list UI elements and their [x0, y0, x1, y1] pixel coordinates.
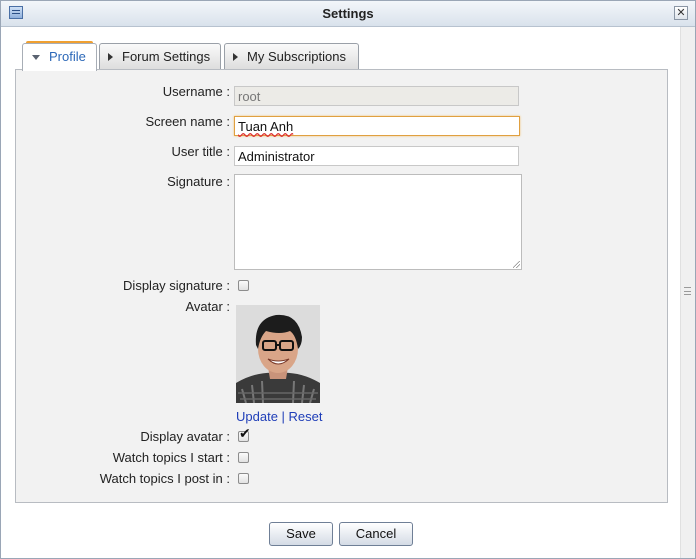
window-title: Settings	[322, 6, 374, 21]
tab-profile-label: Profile	[49, 49, 86, 64]
cancel-button[interactable]: Cancel	[339, 522, 413, 546]
tab-forum-settings[interactable]: Forum Settings	[99, 43, 221, 70]
tab-forum-settings-label: Forum Settings	[122, 49, 211, 64]
scrollbar-grip-icon[interactable]	[684, 287, 691, 295]
avatar-reset-link[interactable]: Reset	[289, 409, 323, 424]
title-bar: Settings ✕	[1, 1, 695, 27]
tab-my-subscriptions-label: My Subscriptions	[247, 49, 346, 64]
chevron-right-icon	[108, 53, 113, 61]
save-button[interactable]: Save	[269, 522, 333, 546]
avatar-update-link[interactable]: Update	[236, 409, 278, 424]
chevron-down-icon	[32, 55, 40, 60]
tab-my-subscriptions[interactable]: My Subscriptions	[224, 43, 359, 70]
tab-profile[interactable]: Profile	[22, 41, 97, 71]
close-icon[interactable]: ✕	[674, 6, 688, 20]
profile-panel	[15, 69, 668, 503]
vertical-scrollbar[interactable]	[680, 27, 695, 558]
chevron-right-icon	[233, 53, 238, 61]
